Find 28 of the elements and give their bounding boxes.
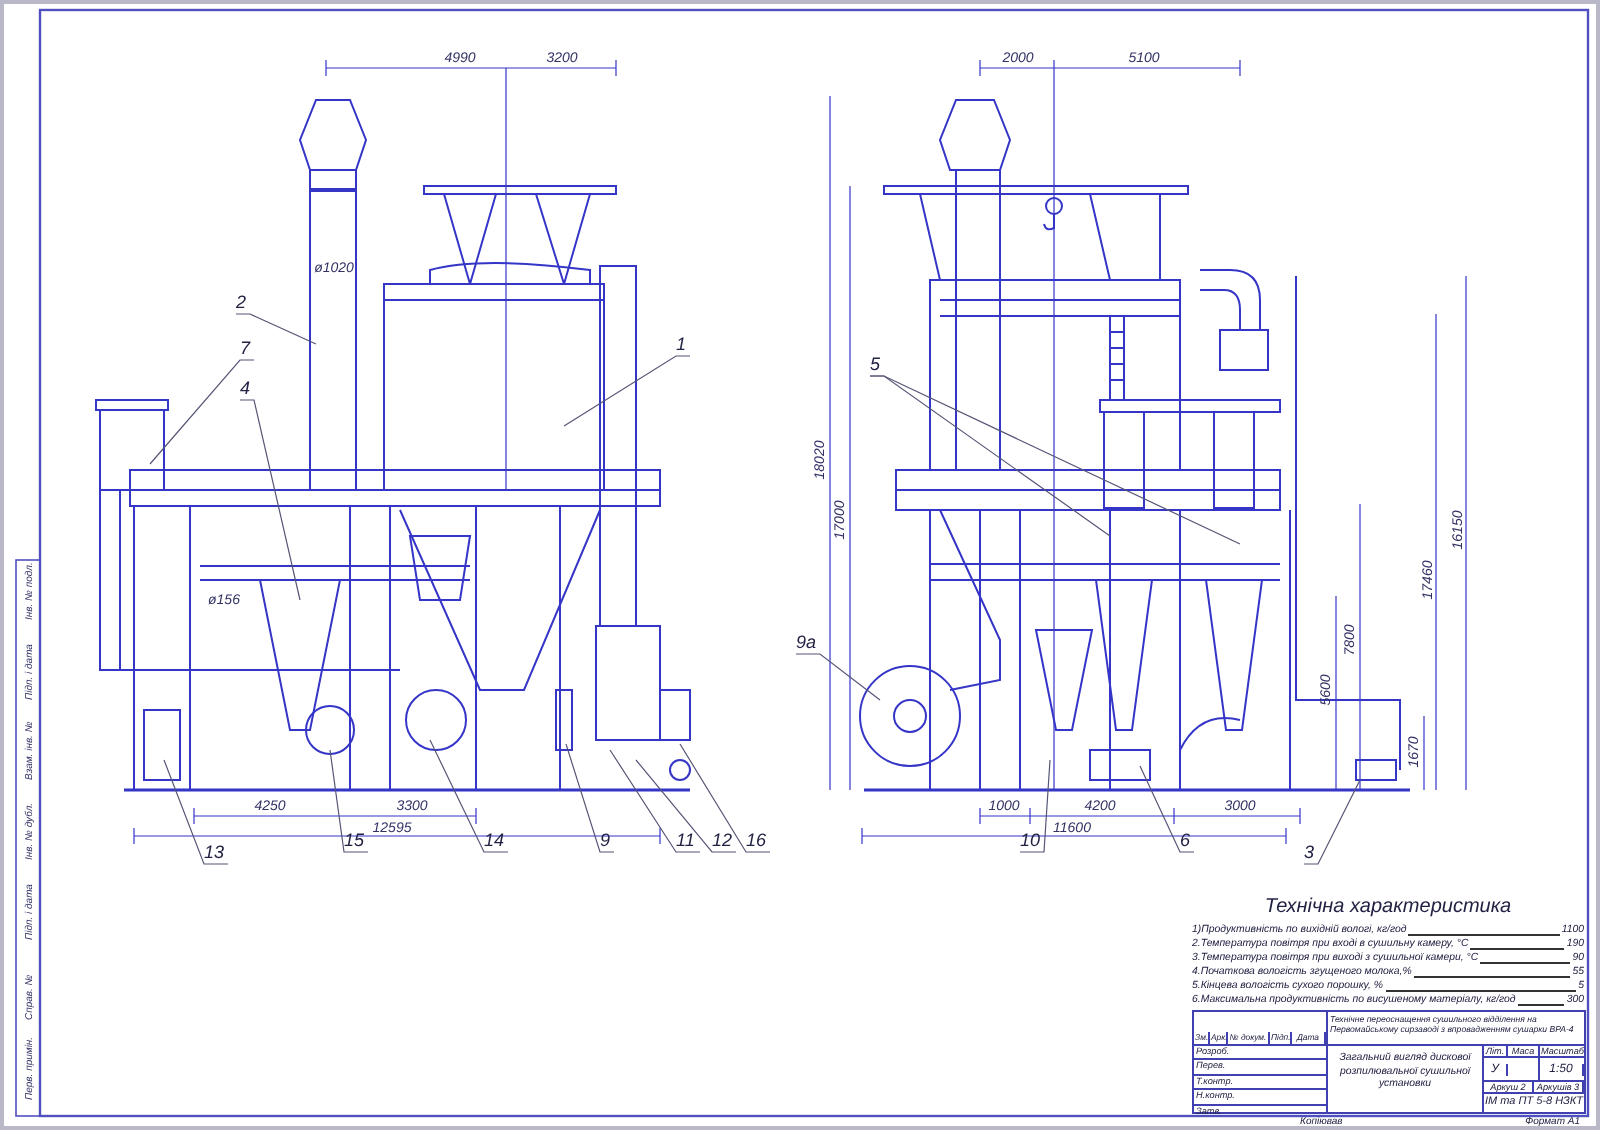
callout-number: 15 bbox=[344, 830, 365, 850]
leader-line bbox=[163, 759, 229, 865]
callout-number: 12 bbox=[712, 830, 733, 850]
callout-number: 11 bbox=[676, 830, 695, 850]
callout-number: 7 bbox=[240, 338, 251, 358]
leader-line bbox=[563, 355, 691, 427]
callout-number: 14 bbox=[484, 830, 505, 850]
callout-number: 9а bbox=[796, 632, 817, 652]
callout-number: 2 bbox=[236, 292, 247, 312]
leader-line bbox=[795, 653, 881, 701]
callout-number: 3 bbox=[1304, 842, 1315, 862]
leader-line bbox=[329, 749, 369, 853]
leader-line bbox=[1139, 765, 1195, 853]
callout-number: 4 bbox=[240, 378, 251, 398]
callout-number: 10 bbox=[1020, 830, 1041, 850]
callout-number: 9 bbox=[600, 830, 611, 850]
callout-number: 6 bbox=[1180, 830, 1191, 850]
leader-line bbox=[635, 759, 737, 853]
callout-number: 1 bbox=[676, 334, 687, 354]
leader-line bbox=[1019, 759, 1051, 853]
specs-title: Технічна характеристика bbox=[1262, 896, 1514, 918]
callout-number: 16 bbox=[746, 830, 767, 850]
callout-number: 13 bbox=[204, 842, 225, 862]
leader-line bbox=[1303, 779, 1361, 865]
leader-line bbox=[235, 313, 317, 345]
callout-number: 5 bbox=[870, 354, 881, 374]
leader-line bbox=[429, 739, 509, 853]
leader-line bbox=[679, 743, 771, 853]
